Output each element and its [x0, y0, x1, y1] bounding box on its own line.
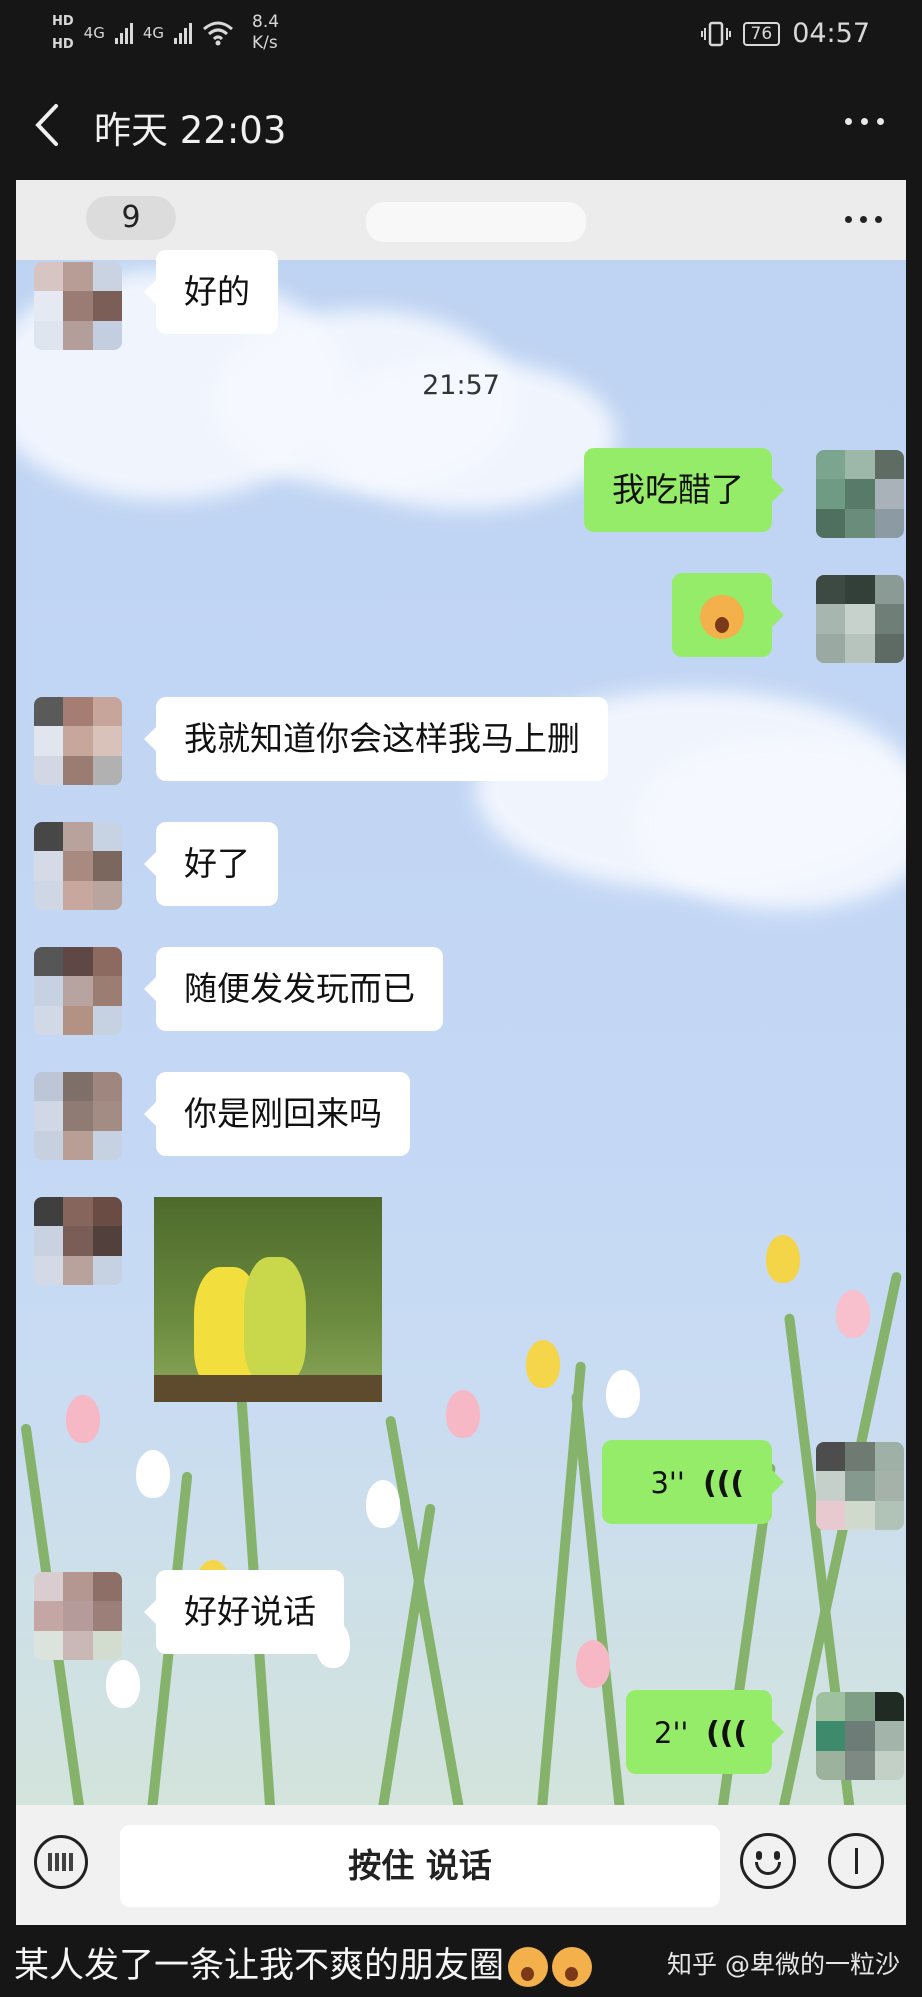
network-speed: 8.4 K/s — [252, 12, 279, 54]
hushed-face-emoji — [552, 1947, 593, 1987]
avatar[interactable] — [34, 697, 122, 785]
page-title: 昨天 22:03 — [94, 109, 287, 152]
redacted-contact-name — [366, 202, 586, 242]
status-bar: HD HD 4G 4G 8.4 K/s 76 04:57 — [0, 0, 922, 70]
avatar[interactable] — [34, 1197, 122, 1285]
avatar[interactable] — [34, 822, 122, 910]
avatar-self[interactable] — [816, 450, 904, 538]
message-bubble-out[interactable]: 我吃醋了 — [584, 448, 784, 532]
hushed-face-emoji — [508, 1947, 549, 1987]
status-time: 04:57 — [792, 18, 870, 49]
message-bubble-in[interactable]: 好的 — [144, 250, 278, 334]
message-bubble-emoji[interactable] — [672, 573, 784, 657]
back-arrow-icon[interactable] — [28, 100, 68, 150]
message-bubble-in[interactable]: 你是刚回来吗 — [144, 1072, 410, 1156]
voice-duration: 3'' — [650, 1466, 685, 1500]
more-options-icon[interactable] — [845, 118, 884, 125]
signal-icon — [114, 22, 133, 44]
emoji-icon[interactable] — [740, 1833, 796, 1889]
app-header: 昨天 22:03 — [0, 70, 922, 180]
avatar-self[interactable] — [816, 1692, 904, 1780]
caption-bar: 某人发了一条让我不爽的朋友圈 知乎 @卑微的一粒沙 — [0, 1925, 922, 1997]
message-bubble-in[interactable]: 我就知道你会这样我马上删 — [144, 697, 608, 781]
voice-wave-icon: ))) — [702, 1466, 744, 1501]
message-bubble-in[interactable]: 好好说话 — [144, 1570, 344, 1654]
hd2-label: HD — [52, 37, 74, 52]
speed-unit: K/s — [252, 33, 278, 53]
wifi-icon — [203, 21, 233, 46]
avatar[interactable] — [34, 1072, 122, 1160]
status-right: 76 04:57 — [700, 18, 870, 49]
signal-icon-2 — [174, 22, 193, 44]
chat-menu-icon[interactable] — [845, 216, 882, 223]
hd1-label: HD — [52, 14, 74, 29]
avatar[interactable] — [34, 262, 122, 350]
chat-screenshot: 9 好的 21:57 我吃醋了 我就知道你会这样我马上删 好了 随便发发玩而已 … — [16, 180, 906, 1925]
avatar[interactable] — [34, 1572, 122, 1660]
hushed-face-emoji — [700, 594, 744, 639]
net1-label: 4G — [83, 24, 105, 42]
voice-wave-icon: ))) — [706, 1716, 748, 1751]
chat-input-bar: 按住 说话 — [16, 1805, 906, 1925]
caption-text: 某人发了一条让我不爽的朋友圈 — [14, 1946, 505, 1986]
teletubbies-sticker[interactable] — [154, 1197, 382, 1402]
keyboard-icon[interactable] — [34, 1835, 88, 1889]
message-timestamp: 21:57 — [422, 370, 500, 401]
hold-to-talk-button[interactable]: 按住 说话 — [120, 1825, 720, 1907]
battery-icon: 76 — [742, 21, 781, 46]
avatar[interactable] — [34, 947, 122, 1035]
voice-message[interactable]: 2''))) — [626, 1690, 784, 1774]
voice-message[interactable]: 3''))) — [602, 1440, 784, 1524]
message-bubble-in[interactable]: 随便发发玩而已 — [144, 947, 443, 1031]
speed-value: 8.4 — [252, 12, 280, 32]
avatar-self[interactable] — [816, 575, 904, 663]
hd-indicators: HD HD — [52, 14, 74, 52]
voice-duration: 2'' — [654, 1716, 689, 1750]
unread-badge[interactable]: 9 — [86, 196, 176, 240]
net2-label: 4G — [142, 24, 165, 42]
caption-text-row: 某人发了一条让我不爽的朋友圈 — [14, 1937, 593, 1988]
avatar-self[interactable] — [816, 1442, 904, 1530]
watermark: 知乎 @卑微的一粒沙 — [667, 1950, 900, 1979]
plus-icon[interactable] — [828, 1833, 884, 1889]
chat-top-bar: 9 — [16, 180, 906, 260]
message-bubble-in[interactable]: 好了 — [144, 822, 278, 906]
status-left: HD HD 4G 4G 8.4 K/s — [52, 12, 279, 54]
vibrate-icon — [700, 21, 731, 46]
